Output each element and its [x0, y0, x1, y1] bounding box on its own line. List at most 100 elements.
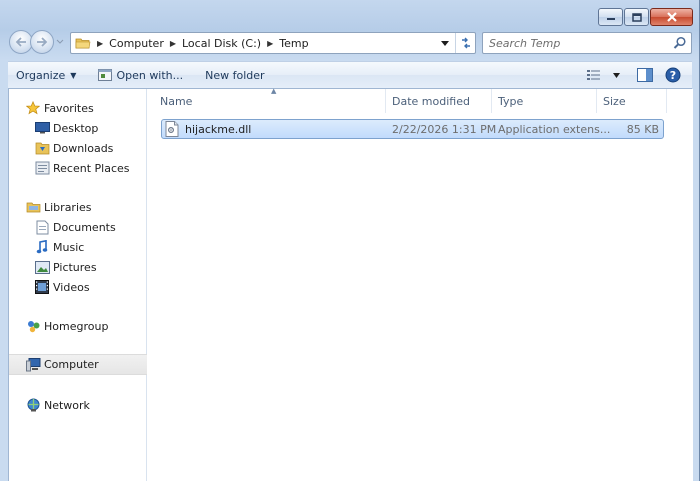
desktop-icon — [34, 120, 50, 136]
file-name: hijackme.dll — [185, 122, 252, 136]
preview-pane-button[interactable] — [632, 64, 658, 86]
column-header-type[interactable]: Type — [492, 89, 597, 113]
downloads-icon — [34, 140, 50, 156]
nav-item-pictures[interactable]: Pictures — [9, 257, 147, 277]
minimize-icon — [606, 18, 615, 20]
recent-places-icon — [34, 160, 50, 176]
nav-label: Videos — [53, 280, 90, 294]
column-label: Size — [603, 94, 626, 108]
nav-item-desktop[interactable]: Desktop — [9, 118, 147, 138]
nav-label: Libraries — [44, 200, 92, 214]
explorer-window: ▶ Computer ▶ Local Disk (C:) ▶ Temp Orga… — [0, 0, 700, 481]
file-type: Application extens... — [498, 122, 611, 136]
favorites-group: Favorites Desktop Downloads Recent Place… — [9, 98, 147, 178]
dropdown-triangle-icon — [441, 40, 449, 46]
nav-item-downloads[interactable]: Downloads — [9, 138, 147, 158]
file-size: 85 KB — [626, 122, 659, 136]
minimize-button[interactable] — [598, 8, 623, 26]
close-button[interactable] — [650, 8, 693, 26]
file-name-cell: hijackme.dll — [165, 120, 251, 138]
breadcrumb-temp[interactable]: Temp — [279, 37, 308, 50]
dropdown-triangle-icon — [613, 72, 620, 78]
file-date-modified: 2/22/2026 1:31 PM — [392, 122, 497, 136]
breadcrumb-computer[interactable]: Computer — [109, 37, 164, 50]
column-label: Name — [160, 94, 193, 108]
dll-file-icon — [165, 121, 179, 137]
breadcrumb-separator[interactable]: ▶ — [170, 39, 176, 48]
nav-item-homegroup[interactable]: Homegroup — [9, 316, 147, 336]
more-views-button[interactable] — [608, 64, 630, 86]
organize-button[interactable]: Organize ▼ — [8, 64, 84, 86]
nav-item-documents[interactable]: Documents — [9, 217, 147, 237]
open-with-button[interactable]: Open with... — [84, 64, 191, 86]
nav-label: Desktop — [53, 121, 99, 135]
star-icon — [25, 100, 41, 116]
pictures-icon — [34, 259, 50, 275]
column-header-size[interactable]: Size — [597, 89, 667, 113]
network-group: Network — [9, 395, 147, 415]
address-bar[interactable]: ▶ Computer ▶ Local Disk (C:) ▶ Temp — [70, 32, 476, 54]
nav-label: Music — [53, 240, 85, 254]
maximize-icon — [631, 12, 642, 22]
new-folder-button[interactable]: New folder — [191, 64, 272, 86]
change-view-button[interactable] — [582, 64, 606, 86]
nav-item-libraries[interactable]: Libraries — [9, 197, 147, 217]
command-bar: Organize ▼ Open with... New folder ? — [8, 61, 692, 89]
open-with-icon — [98, 69, 113, 81]
help-button[interactable]: ? — [660, 64, 686, 86]
nav-label: Pictures — [53, 260, 97, 274]
nav-item-music[interactable]: Music — [9, 237, 147, 257]
breadcrumb-separator[interactable]: ▶ — [267, 39, 273, 48]
breadcrumb-separator[interactable]: ▶ — [97, 39, 103, 48]
breadcrumb-local-disk[interactable]: Local Disk (C:) — [182, 37, 261, 50]
nav-item-computer[interactable]: Computer — [9, 354, 147, 375]
videos-icon — [34, 279, 50, 295]
svg-text:?: ? — [670, 69, 676, 82]
help-icon: ? — [665, 67, 681, 83]
music-icon — [34, 239, 50, 255]
nav-label: Homegroup — [44, 319, 109, 333]
close-icon — [666, 12, 677, 22]
explorer-content: Favorites Desktop Downloads Recent Place… — [8, 87, 693, 481]
maximize-button[interactable] — [624, 8, 649, 26]
address-history-dropdown[interactable] — [439, 34, 451, 52]
chevron-down-icon — [56, 39, 64, 44]
forward-button[interactable] — [30, 30, 54, 54]
nav-item-favorites[interactable]: Favorites — [9, 98, 147, 118]
nav-label: Computer — [44, 358, 99, 371]
nav-item-network[interactable]: Network — [9, 395, 147, 415]
new-folder-label: New folder — [205, 68, 265, 82]
recent-pages-dropdown[interactable] — [56, 37, 64, 47]
search-icon[interactable] — [673, 36, 687, 50]
navigation-pane[interactable]: Favorites Desktop Downloads Recent Place… — [9, 89, 147, 481]
libraries-group: Libraries Documents Music Pictures Video… — [9, 197, 147, 297]
view-list-icon — [587, 70, 600, 80]
nav-item-videos[interactable]: Videos — [9, 277, 147, 297]
nav-label: Network — [44, 398, 90, 412]
column-label: Type — [498, 94, 524, 108]
documents-icon — [34, 219, 50, 235]
nav-item-recent-places[interactable]: Recent Places — [9, 158, 147, 178]
preview-pane-icon — [637, 68, 653, 82]
search-input[interactable] — [483, 36, 668, 50]
computer-group: Computer — [9, 354, 147, 375]
window-caption-buttons — [598, 8, 693, 26]
toolbar-right-group: ? — [582, 64, 692, 86]
file-row-selected[interactable]: hijackme.dll 2/22/2026 1:31 PM Applicati… — [161, 119, 664, 139]
open-with-label: Open with... — [116, 68, 184, 82]
file-list-pane[interactable]: ▲ Name Date modified Type Size hijackme.… — [148, 87, 693, 481]
organize-label: Organize — [16, 68, 66, 82]
refresh-button[interactable] — [455, 33, 475, 53]
column-header-name[interactable]: Name — [154, 89, 386, 113]
column-headers: ▲ Name Date modified Type Size — [154, 87, 668, 113]
network-icon — [25, 397, 41, 413]
forward-arrow-icon — [37, 37, 48, 47]
search-box — [482, 32, 692, 54]
column-header-date-modified[interactable]: Date modified — [386, 89, 492, 113]
nav-label: Favorites — [44, 101, 94, 115]
folder-icon — [75, 38, 91, 49]
homegroup-icon — [25, 318, 41, 334]
nav-label: Recent Places — [53, 161, 130, 175]
chevron-down-icon: ▼ — [70, 70, 77, 80]
libraries-icon — [25, 199, 41, 215]
